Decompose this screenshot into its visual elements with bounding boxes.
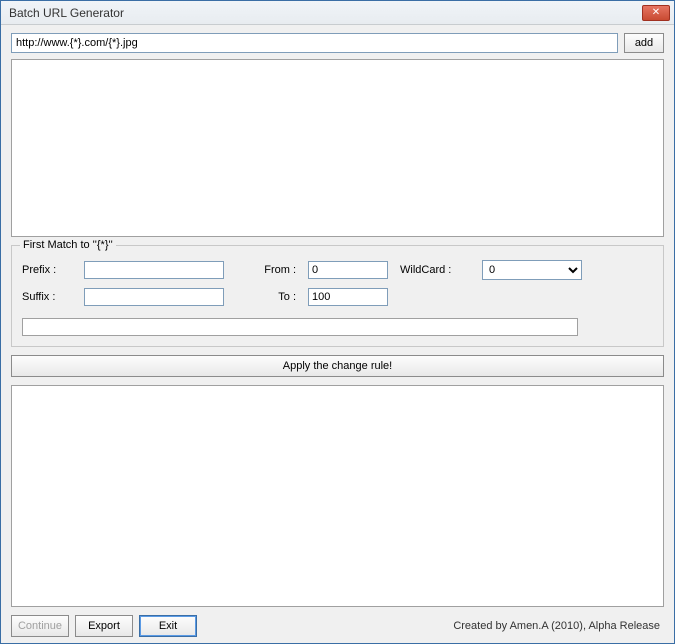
output-box[interactable] [11, 385, 664, 607]
prefix-input[interactable] [84, 261, 224, 279]
url-row: add [11, 33, 664, 53]
app-window: Batch URL Generator ✕ add First Match to… [0, 0, 675, 644]
apply-button[interactable]: Apply the change rule! [11, 355, 664, 377]
match-fieldset: First Match to ''{*}'' Prefix : From : W… [11, 245, 664, 347]
from-input[interactable] [308, 261, 388, 279]
from-label: From : [236, 264, 296, 276]
url-list-box[interactable] [11, 59, 664, 237]
wildcard-label: WildCard : [400, 264, 470, 276]
continue-button: Continue [11, 615, 69, 637]
to-label: To : [236, 291, 296, 303]
client-area: add First Match to ''{*}'' Prefix : From… [1, 25, 674, 643]
prefix-label: Prefix : [22, 264, 72, 276]
fieldset-legend: First Match to ''{*}'' [20, 239, 116, 251]
credit-text: Created by Amen.A (2010), Alpha Release [203, 620, 664, 632]
footer-row: Continue Export Exit Created by Amen.A (… [11, 615, 664, 637]
window-title: Batch URL Generator [9, 6, 642, 20]
titlebar: Batch URL Generator ✕ [1, 1, 674, 25]
suffix-input[interactable] [84, 288, 224, 306]
wildcard-select[interactable]: 0 [482, 260, 582, 280]
add-button[interactable]: add [624, 33, 664, 53]
preview-input[interactable] [22, 318, 578, 336]
exit-button[interactable]: Exit [139, 615, 197, 637]
field-grid: Prefix : From : WildCard : 0 Suffix : To… [22, 260, 653, 306]
export-button[interactable]: Export [75, 615, 133, 637]
url-input[interactable] [11, 33, 618, 53]
to-input[interactable] [308, 288, 388, 306]
close-button[interactable]: ✕ [642, 5, 670, 21]
close-icon: ✕ [652, 7, 660, 18]
suffix-label: Suffix : [22, 291, 72, 303]
